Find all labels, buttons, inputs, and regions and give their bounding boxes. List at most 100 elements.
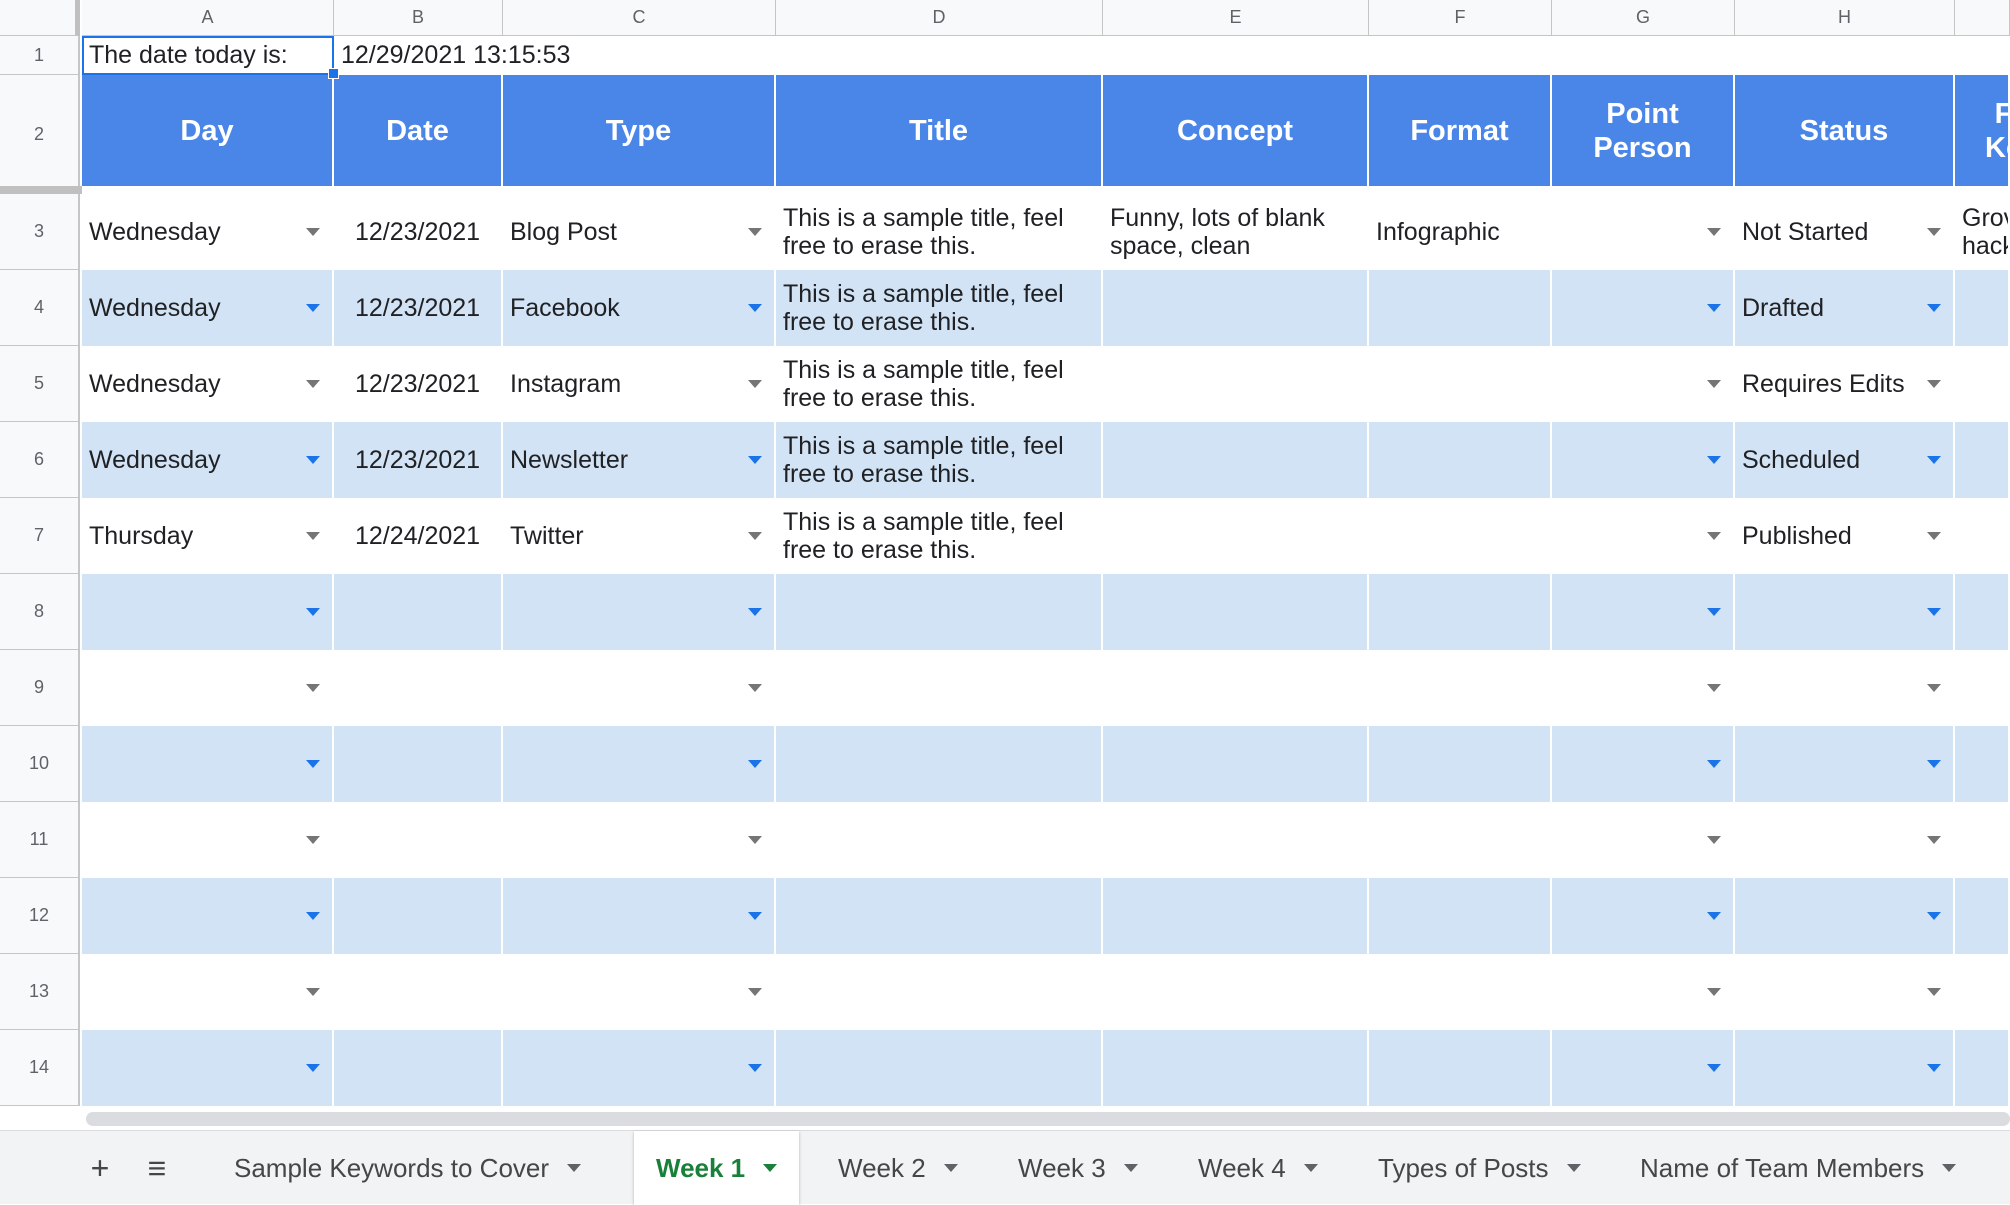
format-cell[interactable] (1369, 574, 1552, 650)
extra-cell[interactable] (1955, 270, 2010, 346)
date-cell[interactable] (334, 802, 503, 878)
dropdown-caret-icon[interactable] (1707, 760, 1721, 768)
format-cell[interactable]: Infographic (1369, 194, 1552, 270)
day-cell[interactable] (82, 574, 334, 650)
title-cell[interactable]: This is a sample title, feel free to era… (776, 270, 1103, 346)
sheet-tab-week-2[interactable]: Week 2 (816, 1131, 980, 1205)
sheet-tab-sample-keywords-to-cover[interactable]: Sample Keywords to Cover (212, 1131, 603, 1205)
chevron-down-icon[interactable] (1303, 1164, 1318, 1172)
chevron-down-icon[interactable] (1566, 1164, 1581, 1172)
status-cell[interactable] (1735, 574, 1955, 650)
column-header-b[interactable]: B (334, 0, 503, 36)
chevron-down-icon[interactable] (1123, 1164, 1138, 1172)
row-header-7[interactable]: 7 (0, 498, 80, 574)
column-header-g[interactable]: G (1552, 0, 1735, 36)
freeze-row-handle[interactable] (0, 186, 82, 194)
dropdown-caret-icon[interactable] (1927, 228, 1941, 236)
row-header-11[interactable]: 11 (0, 802, 80, 878)
extra-cell[interactable] (1955, 574, 2010, 650)
chevron-down-icon[interactable] (1942, 1164, 1957, 1172)
day-cell[interactable] (82, 650, 334, 726)
status-cell[interactable] (1735, 802, 1955, 878)
column-header-a[interactable]: A (82, 0, 334, 36)
header-f-ke[interactable]: F Ke (1955, 75, 2010, 186)
row-header-5[interactable]: 5 (0, 346, 80, 422)
dropdown-caret-icon[interactable] (748, 608, 762, 616)
dropdown-caret-icon[interactable] (306, 1064, 320, 1072)
dropdown-caret-icon[interactable] (1927, 532, 1941, 540)
dropdown-caret-icon[interactable] (1927, 304, 1941, 312)
dropdown-caret-icon[interactable] (1707, 1064, 1721, 1072)
concept-cell[interactable] (1103, 346, 1369, 422)
dropdown-caret-icon[interactable] (748, 380, 762, 388)
chevron-down-icon[interactable] (943, 1164, 958, 1172)
concept-cell[interactable] (1103, 878, 1369, 954)
type-cell[interactable] (503, 650, 776, 726)
day-cell[interactable] (82, 726, 334, 802)
concept-cell[interactable] (1103, 422, 1369, 498)
extra-cell[interactable] (1955, 498, 2010, 574)
dropdown-caret-icon[interactable] (1707, 456, 1721, 464)
row-header-6[interactable]: 6 (0, 422, 80, 498)
point-cell[interactable] (1552, 194, 1735, 270)
extra-cell[interactable] (1955, 650, 2010, 726)
point-cell[interactable] (1552, 422, 1735, 498)
title-cell[interactable] (776, 574, 1103, 650)
day-cell[interactable]: Thursday (82, 498, 334, 574)
status-cell[interactable]: Not Started (1735, 194, 1955, 270)
type-cell[interactable] (503, 726, 776, 802)
column-header-i[interactable] (1955, 0, 2010, 36)
dropdown-caret-icon[interactable] (306, 836, 320, 844)
dropdown-caret-icon[interactable] (1927, 836, 1941, 844)
dropdown-caret-icon[interactable] (1927, 684, 1941, 692)
dropdown-caret-icon[interactable] (306, 304, 320, 312)
chevron-down-icon[interactable] (763, 1164, 778, 1172)
concept-cell[interactable] (1103, 726, 1369, 802)
status-cell[interactable] (1735, 1030, 1955, 1106)
horizontal-scrollbar[interactable] (86, 1112, 2010, 1126)
title-cell[interactable] (776, 1030, 1103, 1106)
type-cell[interactable]: Blog Post (503, 194, 776, 270)
date-cell[interactable] (334, 650, 503, 726)
dropdown-caret-icon[interactable] (1707, 532, 1721, 540)
dropdown-caret-icon[interactable] (306, 988, 320, 996)
concept-cell[interactable]: Funny, lots of blank space, clean (1103, 194, 1369, 270)
day-cell[interactable]: Wednesday (82, 194, 334, 270)
dropdown-caret-icon[interactable] (748, 836, 762, 844)
day-cell[interactable] (82, 878, 334, 954)
dropdown-caret-icon[interactable] (306, 608, 320, 616)
date-cell[interactable]: 12/23/2021 (334, 194, 503, 270)
dropdown-caret-icon[interactable] (306, 228, 320, 236)
date-cell[interactable]: 12/23/2021 (334, 346, 503, 422)
title-cell[interactable] (776, 878, 1103, 954)
dropdown-caret-icon[interactable] (1707, 836, 1721, 844)
header-concept[interactable]: Concept (1103, 75, 1369, 186)
date-cell[interactable] (334, 574, 503, 650)
row-header-1[interactable]: 1 (0, 36, 80, 75)
header-status[interactable]: Status (1735, 75, 1955, 186)
day-cell[interactable] (82, 954, 334, 1030)
chevron-down-icon[interactable] (567, 1164, 582, 1172)
dropdown-caret-icon[interactable] (1707, 304, 1721, 312)
status-cell[interactable] (1735, 650, 1955, 726)
dropdown-caret-icon[interactable] (1927, 1064, 1941, 1072)
point-cell[interactable] (1552, 346, 1735, 422)
format-cell[interactable] (1369, 954, 1552, 1030)
sheet-tab-name-of-team-members[interactable]: Name of Team Members (1618, 1131, 1978, 1205)
sheet-tab-week-1[interactable]: Week 1 (634, 1131, 800, 1205)
format-cell[interactable] (1369, 346, 1552, 422)
title-cell[interactable]: This is a sample title, feel free to era… (776, 194, 1103, 270)
format-cell[interactable] (1369, 270, 1552, 346)
status-cell[interactable] (1735, 954, 1955, 1030)
extra-cell[interactable]: Grov hack (1955, 194, 2010, 270)
status-cell[interactable]: Scheduled (1735, 422, 1955, 498)
dropdown-caret-icon[interactable] (748, 456, 762, 464)
point-cell[interactable] (1552, 1030, 1735, 1106)
dropdown-caret-icon[interactable] (1707, 684, 1721, 692)
dropdown-caret-icon[interactable] (1707, 380, 1721, 388)
point-cell[interactable] (1552, 802, 1735, 878)
title-cell[interactable] (776, 726, 1103, 802)
date-cell[interactable] (334, 726, 503, 802)
dropdown-caret-icon[interactable] (1927, 380, 1941, 388)
dropdown-caret-icon[interactable] (748, 760, 762, 768)
